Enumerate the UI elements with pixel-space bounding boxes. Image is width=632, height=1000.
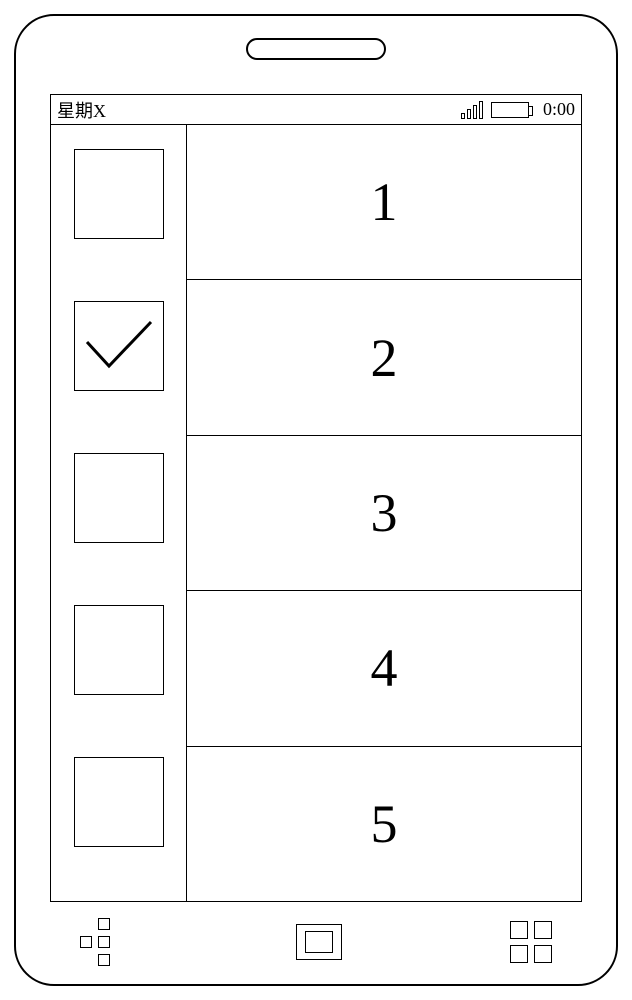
list-row-5[interactable]: 5 [187,747,581,901]
home-button[interactable] [296,924,342,960]
sidebar [51,125,187,901]
checkbox-4[interactable] [74,605,164,695]
list-label: 3 [371,482,398,544]
battery-icon [491,102,529,118]
screen: 星期X 0:00 1 [50,94,582,902]
checkbox-2[interactable] [74,301,164,391]
back-button[interactable] [80,918,128,966]
list-row-2[interactable]: 2 [187,280,581,435]
checkbox-5[interactable] [74,757,164,847]
signal-icon [461,101,483,119]
speaker-slot [246,38,386,60]
clock: 0:00 [543,99,575,120]
recent-apps-button[interactable] [510,921,552,963]
phone-frame: 星期X 0:00 1 [14,14,618,986]
list-row-3[interactable]: 3 [187,436,581,591]
list-row-4[interactable]: 4 [187,591,581,746]
checkbox-1[interactable] [74,149,164,239]
list: 1 2 3 4 5 [187,125,581,901]
list-label: 5 [371,793,398,855]
checkbox-3[interactable] [74,453,164,543]
list-row-1[interactable]: 1 [187,125,581,280]
nav-bar [50,918,582,966]
list-label: 4 [371,637,398,699]
list-label: 1 [371,171,398,233]
content-area: 1 2 3 4 5 [51,125,581,901]
status-bar: 星期X 0:00 [51,95,581,125]
checkmark-icon [83,318,155,374]
day-label: 星期X [57,97,106,123]
list-label: 2 [371,327,398,389]
